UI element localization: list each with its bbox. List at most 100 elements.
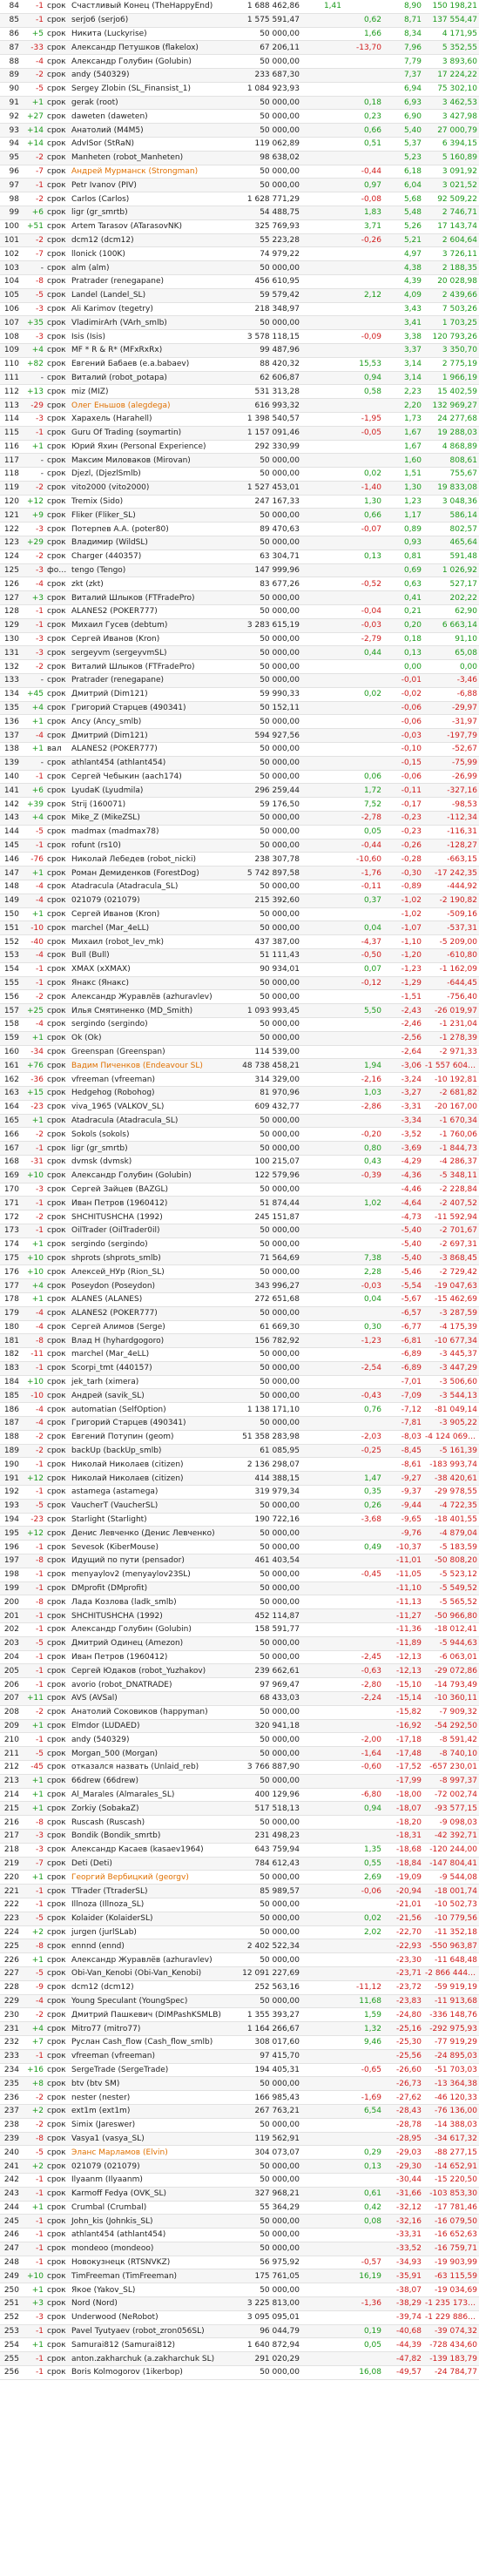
trader-name-cell[interactable]: andy (540329) — [70, 68, 228, 83]
table-row[interactable]: 139- срок athlant454 (athlant454) 50 000,00… — [0, 756, 479, 771]
trader-name-cell[interactable]: Счастливый Конец (TheHappyEnd) — [70, 0, 228, 14]
trader-name-cell[interactable]: Karmoff Fedya (OVK_SL) — [70, 2187, 228, 2202]
table-row[interactable]: 254 +1 срок Samurai812 (Samurai812) 1 640 87… — [0, 2337, 479, 2353]
trader-name-cell[interactable]: Nord (Nord) — [70, 2296, 228, 2311]
trader-name-cell[interactable]: LyudaK (Lyudmila) — [70, 783, 228, 799]
table-row[interactable]: 141 +6 срок LyudaK (Lyudmila) 296 259,44 1,72… — [0, 783, 479, 799]
trader-name-cell[interactable]: Sokols (sokols) — [70, 1127, 228, 1143]
trader-name-cell[interactable]: Евгений Потупин (geom) — [70, 1430, 228, 1445]
trader-name-cell[interactable]: Григорий Старцев (490341) — [70, 701, 228, 716]
table-row[interactable]: 102 -7 срок llonick (100K) 74 979,22 4,97 3 72… — [0, 246, 479, 262]
trader-name-cell[interactable]: Новокузнецк (RTSNVKZ) — [70, 2256, 228, 2270]
trader-name-cell[interactable]: Виталий (robot_potapa) — [70, 371, 228, 386]
table-row[interactable]: 204 -1 срок Иван Петров (1960412) 50 000,00-… — [0, 1650, 479, 1665]
trader-name-cell[interactable]: ext1m (ext1m) — [70, 2104, 228, 2119]
table-row[interactable]: 98 -2 срок Carlos (Carlos) 1 628 771,29 -0,08… — [0, 192, 479, 206]
trader-name-cell[interactable]: VladimirArh (VArh_smlb) — [70, 315, 228, 331]
table-row[interactable]: 120 +12 срок Tremix (Sido) 247 167,33 1,30 1,2… — [0, 495, 479, 509]
table-row[interactable]: 202 -1 срок Александр Голубин (Golubin) 158 … — [0, 1622, 479, 1637]
table-row[interactable]: 136 +1 срок Ancy (Ancy_smlb) 50 000,00 -0,06-… — [0, 714, 479, 730]
table-row[interactable]: 118- срок Djezl, (DjezlSmlb) 50 000,00 0,02 1… — [0, 467, 479, 482]
table-row[interactable]: 243 -1 срок Karmoff Fedya (OVK_SL) 327 968,2… — [0, 2187, 479, 2202]
table-row[interactable]: 176 +10 срок Алексей_НУр (Rion_SL) 50 000,00… — [0, 1264, 479, 1280]
table-row[interactable]: 193 -5 срок VaucherT (VaucherSL) 50 000,00 0,… — [0, 1499, 479, 1514]
trader-name-cell[interactable]: John_kis (Johnkis_SL) — [70, 2214, 228, 2229]
trader-name-cell[interactable]: athlant454 (athlant454) — [70, 756, 228, 771]
trader-name-cell[interactable]: Kolaider (KolaiderSL) — [70, 1912, 228, 1926]
table-row[interactable]: 220 +1 срок Георгий Вербицкий (georgv) 50 00… — [0, 1870, 479, 1885]
table-row[interactable]: 185 -10 срок Андрей (savik_SL) 50 000,00 -0,4… — [0, 1388, 479, 1404]
table-row[interactable]: 179 -4 срок ALANES2 (POKER777) 50 000,00 -6,5… — [0, 1306, 479, 1321]
trader-name-cell[interactable]: SHCHITUSHCHA (1992) — [70, 1210, 228, 1224]
table-row[interactable]: 171 -1 срок Иван Петров (1960412) 51 874,44 1… — [0, 1196, 479, 1211]
trader-name-cell[interactable]: Виталий Шлыков (FTFradePro) — [70, 590, 228, 606]
table-row[interactable]: 183 -1 срок Scorpi_tmt (440157) 50 000,00 -2,… — [0, 1361, 479, 1376]
table-row[interactable]: 138 +1 вал ALANES2 (POKER777) 50 000,00 -0,10… — [0, 742, 479, 757]
trader-name-cell[interactable]: VaucherT (VaucherSL) — [70, 1499, 228, 1514]
table-row[interactable]: 177 +4 срок Poseydon (Poseydon) 343 996,27 -0… — [0, 1278, 479, 1293]
trader-name-cell[interactable]: dcm12 (dcm12) — [70, 1980, 228, 1995]
trader-name-cell[interactable]: daweten (daweten) — [70, 109, 228, 125]
trader-name-cell[interactable]: TTrader (TtraderSL) — [70, 1884, 228, 1898]
table-row[interactable]: 85 -1 срок serjo6 (serjo6) 1 575 591,47 0,62 8… — [0, 13, 479, 28]
trader-name-cell[interactable]: Guru Of Trading (soymartin) — [70, 426, 228, 441]
table-row[interactable]: 157 +25 срок Илья Смятиненко (MD_Smith) 1 09… — [0, 1003, 479, 1018]
trader-name-cell[interactable]: Charger (440357) — [70, 550, 228, 564]
table-row[interactable]: 88 -4 срок Александр Голубин (Golubin) 50 00… — [0, 54, 479, 69]
trader-name-cell[interactable]: Zorkiy (SobakaZ) — [70, 1801, 228, 1817]
table-row[interactable]: 122 -3 срок Потерпев А.А. (poter80) 89 470,6… — [0, 522, 479, 537]
trader-name-cell[interactable]: Идущий по пути (pensador) — [70, 1554, 228, 1568]
trader-name-cell[interactable]: andy (540329) — [70, 1732, 228, 1748]
table-row[interactable]: 178 +1 срок ALANES (ALANES) 272 651,68 0,04 -5… — [0, 1292, 479, 1307]
table-row[interactable]: 201 -1 срок SHCHITUSHCHA (1992) 452 114,87 -1… — [0, 1608, 479, 1624]
table-row[interactable]: 197 -8 срок Идущий по пути (pensador) 461 40… — [0, 1554, 479, 1568]
table-row[interactable]: 215 +1 срок Zorkiy (SobakaZ) 517 518,13 0,94-… — [0, 1801, 479, 1817]
trader-name-cell[interactable]: Poseydon (Poseydon) — [70, 1278, 228, 1293]
table-row[interactable]: 137 -4 срок Дмитрий (Dim121) 594 927,56 -0,03… — [0, 728, 479, 744]
table-row[interactable]: 144 -5 срок madmax (madmax78) 50 000,00 0,05-… — [0, 825, 479, 840]
trader-name-cell[interactable]: OilTrader (OilTrader0il) — [70, 1224, 228, 1238]
trader-name-cell[interactable]: miz (MIZ) — [70, 384, 228, 400]
trader-name-cell[interactable]: Pavel Tyutyaev (robot_zron056SL) — [70, 2324, 228, 2339]
trader-name-cell[interactable]: Алексей_НУр (Rion_SL) — [70, 1264, 228, 1280]
trader-name-cell[interactable]: TimFreeman (TimFreeman) — [70, 2269, 228, 2284]
trader-name-cell[interactable]: Al_Marales (Almarales_SL) — [70, 1788, 228, 1803]
table-row[interactable]: 187 -4 срок Григорий Старцев (490341) 50 000… — [0, 1416, 479, 1431]
trader-name-cell[interactable]: Максим Миловаков (Mirovan) — [70, 453, 228, 469]
table-row[interactable]: 211 -5 срок Morgan_500 (Morgan) 50 000,00 -1,… — [0, 1746, 479, 1761]
trader-name-cell[interactable]: mondeoo (mondeoo) — [70, 2242, 228, 2256]
trader-name-cell[interactable]: Sevesok (KiberMouse) — [70, 1540, 228, 1555]
trader-name-cell[interactable]: Elmdor (LUDAED) — [70, 1719, 228, 1734]
table-row[interactable]: 159 +1 срок Ok (Ok) 50 000,00 -2,56 -1 278,39 — [0, 1031, 479, 1046]
trader-name-cell[interactable]: AVS (AVSal) — [70, 1691, 228, 1706]
trader-name-cell[interactable]: shprots (shprots_smlb) — [70, 1251, 228, 1266]
trader-name-cell[interactable]: marchel (Mar_4eLL) — [70, 1347, 228, 1362]
table-row[interactable]: 238 -2 срок Simix (Jareswer) 50 000,00 -28,78… — [0, 2118, 479, 2133]
table-row[interactable]: 180 -4 срок Сергей Алимов (Serge) 61 669,30 0… — [0, 1320, 479, 1335]
trader-name-cell[interactable]: Иван Петров (1960412) — [70, 1196, 228, 1211]
table-row[interactable]: 158 -4 срок sergindo (sergindo) 50 000,00 -2,… — [0, 1017, 479, 1032]
trader-name-cell[interactable]: Дмитрий (Dim121) — [70, 728, 228, 744]
trader-name-cell[interactable]: Underwood (NeRobot) — [70, 2310, 228, 2325]
table-row[interactable]: 135 +4 срок Григорий Старцев (490341) 50 152… — [0, 701, 479, 716]
trader-name-cell[interactable]: Atadracula (Atadracula_SL) — [70, 1114, 228, 1129]
table-row[interactable]: 163 +15 срок Hedgehog (Robohog) 81 970,96 1,0… — [0, 1086, 479, 1101]
trader-name-cell[interactable]: AdvISor (StRaN) — [70, 137, 228, 152]
trader-name-cell[interactable]: Александр Голубин (Golubin) — [70, 54, 228, 69]
trader-name-cell[interactable]: Александр Петушков (flakelox) — [70, 40, 228, 56]
trader-name-cell[interactable]: sergeyvm (sergeyvmSL) — [70, 645, 228, 661]
trader-name-cell[interactable]: menyaylov2 (menyaylov23SL) — [70, 1568, 228, 1582]
table-row[interactable]: 140 -1 срок Сергей Чебыкин (aach174) 50 000,… — [0, 770, 479, 785]
table-row[interactable]: 239 -8 срок Vasya1 (vasya_SL) 119 562,91 -28,… — [0, 2132, 479, 2147]
trader-name-cell[interactable]: XMAX (xXMAX) — [70, 962, 228, 977]
table-row[interactable]: 99 +6 срок ligr (gr_smrtb) 54 488,75 1,83 5,48… — [0, 206, 479, 220]
table-row[interactable]: 203 -5 срок Дмитрий Одинец (Amezon) 50 000,0… — [0, 1636, 479, 1651]
table-row[interactable]: 169 +10 срок Александр Голубин (Golubin) 122… — [0, 1169, 479, 1183]
table-row[interactable]: 219 -7 срок Deti (Deti) 784 612,43 0,55 -18,84… — [0, 1857, 479, 1871]
table-row[interactable]: 181 -8 срок Влад Н (hyhardgogoro) 156 782,92… — [0, 1333, 479, 1349]
table-row[interactable]: 208 -2 срок Анатолий Соковиков (happyman) 50… — [0, 1705, 479, 1720]
table-row[interactable]: 205 -1 срок Сергей Юдаков (robot_Yuzhakov) 2… — [0, 1663, 479, 1679]
table-row[interactable]: 224 +2 срок jurgen (jurlSLab) 50 000,00 2,02-… — [0, 1925, 479, 1940]
table-row[interactable]: 101 -2 срок dcm12 (dcm12) 55 223,28 -0,26 5,21… — [0, 233, 479, 248]
table-row[interactable]: 213 +1 срок 66drew (66drew) 50 000,00 -17,99-… — [0, 1774, 479, 1789]
